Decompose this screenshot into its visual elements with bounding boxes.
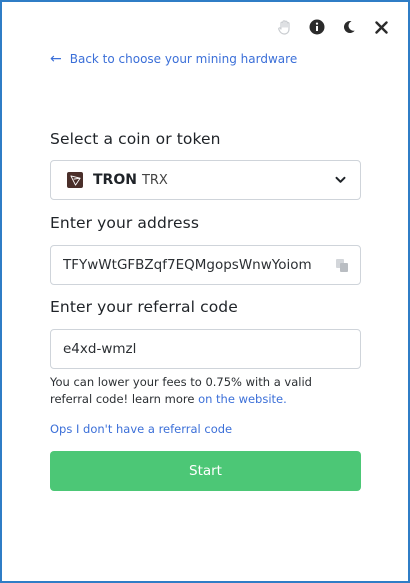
coin-select[interactable]: TRON TRX	[50, 160, 361, 200]
back-link[interactable]: ← Back to choose your mining hardware	[50, 52, 297, 66]
back-link-label: Back to choose your mining hardware	[69, 52, 298, 66]
coin-ticker: TRX	[141, 172, 168, 188]
coin-name: TRON	[93, 172, 137, 188]
arrow-left-icon: ←	[50, 51, 62, 67]
referral-field-wrapper	[50, 329, 361, 369]
referral-section-label: Enter your referral code	[50, 298, 238, 316]
copy-icon[interactable]	[334, 257, 350, 273]
website-link[interactable]: on the website.	[198, 392, 287, 406]
address-input[interactable]	[63, 257, 328, 273]
hand-icon[interactable]	[276, 18, 294, 36]
close-icon[interactable]	[372, 18, 390, 36]
tron-logo-icon	[67, 172, 83, 188]
app-window: ← Back to choose your mining hardware Se…	[0, 0, 410, 583]
referral-code-input[interactable]	[63, 341, 348, 357]
start-button[interactable]: Start	[50, 451, 361, 491]
no-referral-code-link[interactable]: Ops I don't have a referral code	[50, 422, 232, 436]
coin-section-label: Select a coin or token	[50, 130, 221, 148]
info-icon[interactable]	[308, 18, 326, 36]
address-field-wrapper	[50, 245, 361, 285]
referral-helper-text: You can lower your fees to 0.75% with a …	[50, 374, 350, 408]
moon-icon[interactable]	[340, 18, 358, 36]
topbar	[276, 18, 390, 36]
address-section-label: Enter your address	[50, 214, 200, 232]
chevron-down-icon	[335, 176, 346, 184]
